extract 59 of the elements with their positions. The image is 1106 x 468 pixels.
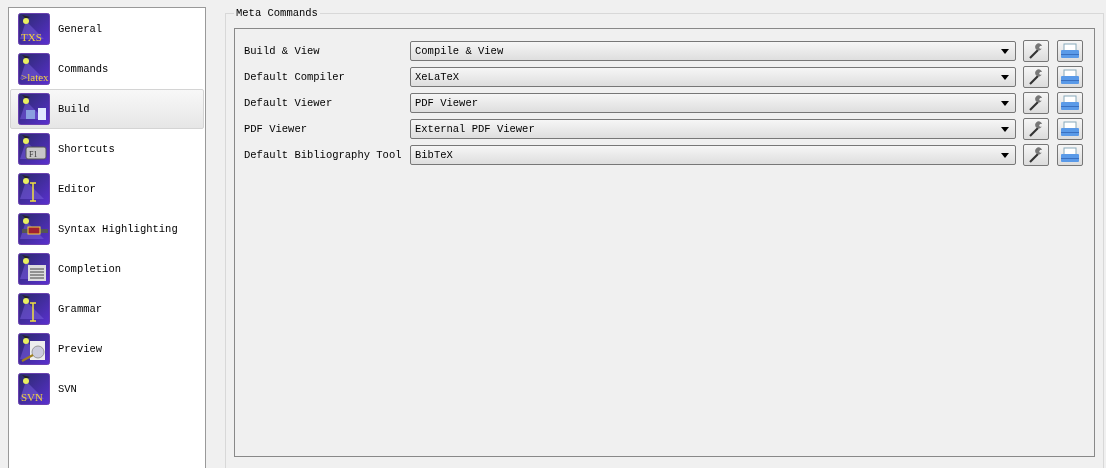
caret-icon — [1001, 126, 1009, 132]
sidebar-item[interactable]: Preview — [10, 329, 204, 369]
printer-icon — [1060, 95, 1080, 111]
printer-icon — [1060, 147, 1080, 163]
lamp-icon — [18, 53, 50, 85]
field-label: PDF Viewer — [244, 123, 308, 135]
lamp-icon — [18, 213, 50, 245]
caret-icon — [1001, 100, 1009, 106]
wrench-icon — [1028, 121, 1044, 137]
sidebar-item[interactable]: Build — [10, 89, 204, 129]
sidebar-item[interactable]: Grammar — [10, 289, 204, 329]
icon-label: >latex — [21, 72, 49, 83]
printer-icon — [1060, 121, 1080, 137]
icon-label: TXS — [21, 32, 42, 43]
dropdown[interactable]: External PDF Viewer — [410, 119, 1016, 139]
wrench-icon — [1028, 43, 1044, 59]
lamp-icon — [18, 173, 50, 205]
print-button[interactable] — [1057, 40, 1083, 62]
lamp-icon — [18, 293, 50, 325]
sidebar-item[interactable]: >latex Commands — [10, 49, 204, 89]
configure-button[interactable] — [1023, 92, 1049, 114]
print-button[interactable] — [1057, 66, 1083, 88]
dropdown[interactable]: XeLaTeX — [410, 67, 1016, 87]
print-button[interactable] — [1057, 144, 1083, 166]
field-label: Default Viewer — [244, 97, 334, 109]
sidebar-item[interactable]: Completion — [10, 249, 204, 289]
dropdown[interactable]: PDF Viewer — [410, 93, 1016, 113]
printer-icon — [1060, 43, 1080, 59]
sidebar-item[interactable]: SVN SVN — [10, 369, 204, 409]
sidebar-item[interactable]: F1 Shortcuts — [10, 129, 204, 169]
sidebar-item[interactable]: TXS General — [10, 9, 204, 49]
wrench-icon — [1028, 95, 1044, 111]
caret-icon — [1001, 48, 1009, 54]
sidebar-item[interactable]: Syntax Highlighting — [10, 209, 204, 249]
configure-button[interactable] — [1023, 66, 1049, 88]
caret-icon — [1001, 152, 1009, 158]
print-button[interactable] — [1057, 118, 1083, 140]
icon-label: F1 — [29, 151, 38, 159]
wrench-icon — [1028, 69, 1044, 85]
configure-button[interactable] — [1023, 118, 1049, 140]
lamp-icon — [18, 13, 50, 45]
lamp-icon — [18, 373, 50, 405]
sidebar-item[interactable]: Editor — [10, 169, 204, 209]
print-button[interactable] — [1057, 92, 1083, 114]
field-label: Default Compiler — [244, 71, 346, 83]
caret-icon — [1001, 74, 1009, 80]
lamp-icon — [18, 133, 50, 165]
dropdown[interactable]: BibTeX — [410, 145, 1016, 165]
lamp-icon — [18, 253, 50, 285]
configure-button[interactable] — [1023, 144, 1049, 166]
lamp-icon — [18, 333, 50, 365]
field-label: Build & View — [244, 45, 321, 57]
dropdown[interactable]: Compile & View — [410, 41, 1016, 61]
wrench-icon — [1028, 147, 1044, 163]
lamp-icon — [18, 93, 50, 125]
field-label: Default Bibliography Tool — [244, 149, 403, 161]
configure-button[interactable] — [1023, 40, 1049, 62]
printer-icon — [1060, 69, 1080, 85]
icon-label: SVN — [21, 392, 43, 403]
